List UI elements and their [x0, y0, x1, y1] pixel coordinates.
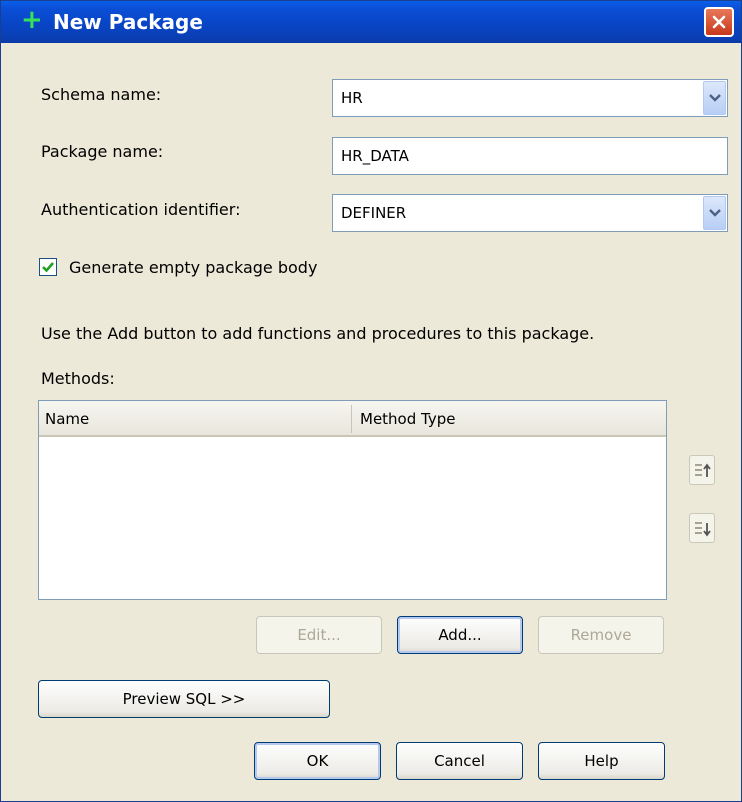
chevron-down-icon — [709, 94, 721, 102]
move-down-button[interactable] — [689, 513, 715, 543]
auth-identifier-select[interactable]: DEFINER — [332, 194, 728, 232]
generate-body-label[interactable]: Generate empty package body — [69, 258, 317, 277]
methods-table-header: Name Method Type — [39, 401, 666, 437]
add-button[interactable]: Add... — [397, 616, 523, 654]
preview-sql-button[interactable]: Preview SQL >> — [38, 680, 330, 718]
package-name-input[interactable]: HR_DATA — [332, 137, 728, 175]
auth-identifier-value: DEFINER — [341, 204, 407, 222]
checkmark-icon — [42, 262, 54, 273]
methods-table[interactable]: Name Method Type — [38, 400, 667, 600]
close-button[interactable] — [704, 7, 734, 37]
auth-dropdown-button[interactable] — [703, 196, 726, 230]
column-header-method-type[interactable]: Method Type — [360, 410, 455, 428]
cancel-button[interactable]: Cancel — [396, 742, 523, 780]
remove-button[interactable]: Remove — [538, 616, 664, 654]
dialog-title: New Package — [53, 10, 203, 34]
column-header-name[interactable]: Name — [45, 410, 89, 428]
auth-identifier-label: Authentication identifier: — [41, 200, 241, 219]
edit-button[interactable]: Edit... — [256, 616, 382, 654]
package-name-label: Package name: — [41, 142, 164, 161]
schema-dropdown-button[interactable] — [703, 81, 726, 115]
help-button[interactable]: Help — [538, 742, 665, 780]
instructions-text: Use the Add button to add functions and … — [41, 324, 595, 343]
plus-icon: + — [21, 5, 43, 35]
schema-name-select[interactable]: HR — [332, 79, 728, 117]
move-down-icon — [695, 522, 711, 537]
title-bar[interactable]: + New Package — [1, 1, 741, 43]
generate-body-checkbox[interactable] — [39, 258, 57, 276]
column-divider[interactable] — [351, 405, 352, 433]
methods-label: Methods: — [41, 369, 115, 388]
package-name-value: HR_DATA — [341, 147, 409, 165]
close-icon — [712, 15, 726, 29]
schema-name-value: HR — [341, 89, 363, 107]
chevron-down-icon — [709, 209, 721, 217]
schema-name-label: Schema name: — [41, 85, 162, 104]
ok-button[interactable]: OK — [254, 742, 381, 780]
move-up-icon — [695, 463, 711, 477]
new-package-dialog: + New Package Schema name: HR Package na… — [0, 0, 742, 802]
move-up-button[interactable] — [689, 455, 715, 485]
